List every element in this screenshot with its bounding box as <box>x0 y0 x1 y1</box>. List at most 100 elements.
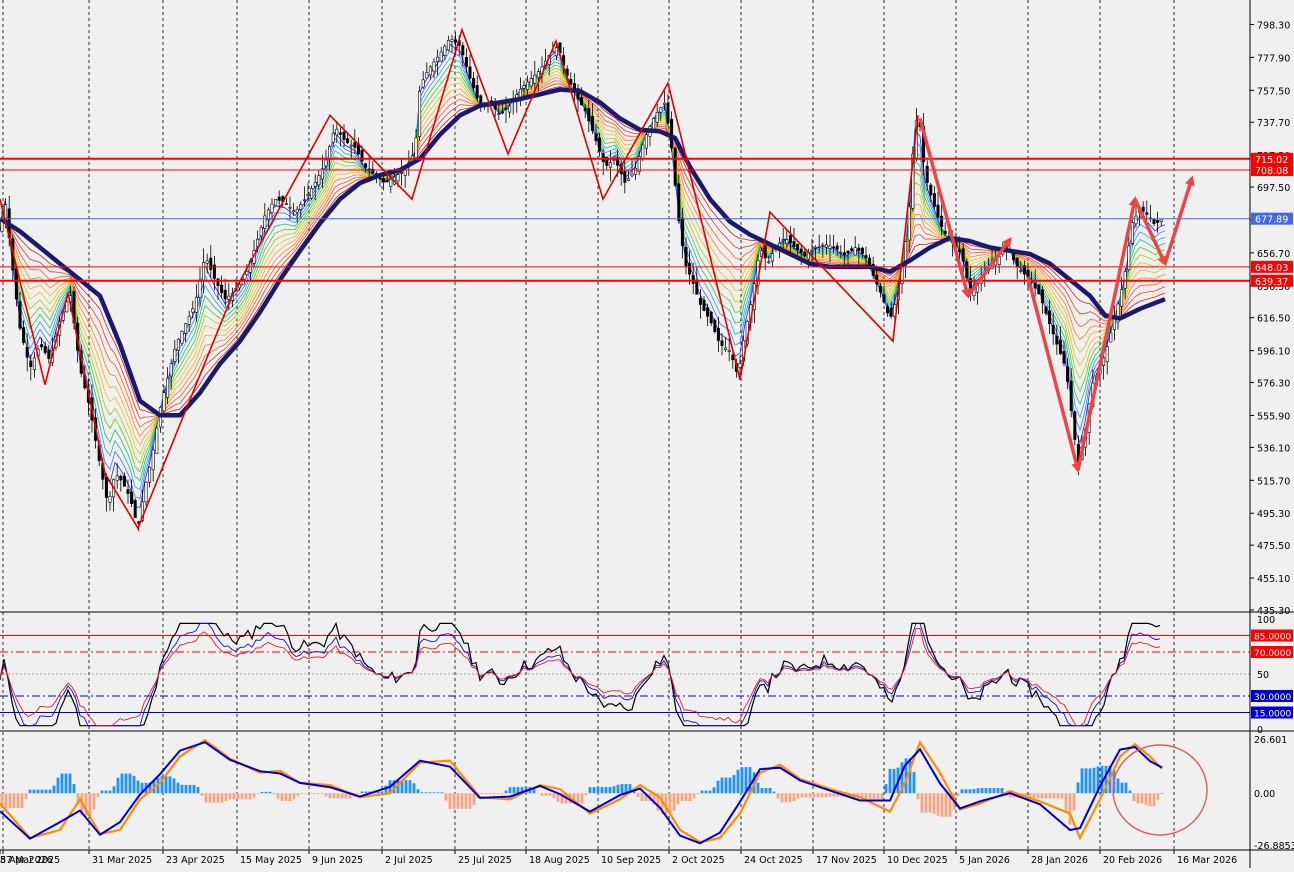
price-tick-label: 536.10 <box>1257 443 1290 454</box>
macd-histogram-bar <box>732 775 736 794</box>
rsi-tick-label: 50 <box>1257 670 1269 681</box>
candle-body <box>857 247 861 251</box>
candle-body <box>450 39 454 42</box>
candle-body <box>846 250 850 254</box>
macd-histogram-bar <box>1044 793 1048 799</box>
macd-histogram-bar <box>4 793 8 808</box>
candle-body <box>187 315 191 325</box>
candle-body <box>389 179 393 187</box>
macd-histogram-bar <box>116 777 120 794</box>
macd-histogram-bar <box>692 793 696 799</box>
macd-histogram-bar <box>108 790 112 794</box>
candle-body <box>1069 380 1073 411</box>
candle-body <box>1134 215 1138 225</box>
macd-histogram-bar <box>984 788 988 794</box>
candle-body <box>770 253 774 262</box>
macd-histogram-bar <box>164 776 168 794</box>
candle-body <box>227 295 231 300</box>
macd-histogram-bar <box>316 793 320 795</box>
date-tick-label: 24 Oct 2025 <box>744 855 803 866</box>
price-tick-label: 555.90 <box>1257 411 1290 422</box>
macd-histogram-bar <box>456 793 460 809</box>
macd-histogram-bar <box>184 784 188 794</box>
price-tick-label: 596.10 <box>1257 347 1290 358</box>
macd-histogram-bar <box>40 789 44 794</box>
macd-histogram-bar <box>88 793 92 816</box>
candle-body <box>1130 222 1134 244</box>
macd-histogram-bar <box>232 793 236 800</box>
candle-body <box>396 174 400 182</box>
macd-histogram-bar <box>324 793 328 797</box>
macd-histogram-bar <box>500 793 504 795</box>
candle-body <box>342 131 346 140</box>
macd-histogram-bar <box>884 784 888 794</box>
macd-histogram-bar <box>720 777 724 794</box>
macd-histogram-bar <box>296 793 300 796</box>
candle-body <box>32 357 36 370</box>
macd-histogram-bar <box>704 790 708 794</box>
macd-histogram-bar <box>448 793 452 809</box>
macd-histogram-bar <box>192 784 196 794</box>
macd-histogram-bar <box>468 793 472 809</box>
candle-body <box>1145 212 1149 215</box>
candle-body <box>767 261 771 264</box>
candle-body <box>472 77 476 89</box>
candle-body <box>659 107 663 113</box>
candle-body <box>1015 257 1019 267</box>
price-tick-label: 495.30 <box>1257 509 1290 520</box>
candle-body <box>583 108 587 112</box>
macd-histogram-bar <box>996 788 1000 794</box>
date-tick-label: 2 Jul 2025 <box>385 855 433 866</box>
price-tick-label: 616.50 <box>1257 314 1290 325</box>
macd-histogram-bar <box>272 793 276 795</box>
macd-histogram-bar <box>104 790 108 794</box>
candle-body <box>328 146 332 160</box>
candle-body <box>1066 366 1070 382</box>
candle-body <box>418 91 422 137</box>
macd-histogram-bar <box>760 788 764 794</box>
macd-histogram-bar <box>492 793 496 795</box>
macd-histogram-bar <box>228 793 232 800</box>
macd-histogram-bar <box>972 789 976 794</box>
macd-histogram-bar <box>480 793 484 795</box>
date-tick-label: 10 Sep 2025 <box>601 855 661 866</box>
candle-body <box>662 102 666 105</box>
candle-body <box>878 286 882 293</box>
macd-histogram-bar <box>1132 793 1136 801</box>
date-tick-label: 28 Jan 2026 <box>1031 855 1088 866</box>
candle-body <box>288 206 292 209</box>
macd-histogram-bar <box>792 793 796 802</box>
price-tick-label: 656.70 <box>1257 249 1290 260</box>
date-tick-label: 20 Feb 2026 <box>1103 855 1162 866</box>
candle-body <box>119 475 123 481</box>
candle-body <box>666 102 670 124</box>
macd-histogram-bar <box>472 793 476 806</box>
macd-histogram-bar <box>544 793 548 796</box>
macd-histogram-bar <box>508 787 512 794</box>
candle-body <box>284 203 288 205</box>
candle-body <box>256 238 260 247</box>
candle-body <box>292 210 296 213</box>
macd-histogram-bar <box>688 793 692 801</box>
candle-body <box>403 169 407 176</box>
date-tick-label: 5 Jan 2026 <box>959 855 1010 866</box>
candle-body <box>497 113 501 115</box>
candle-body <box>839 251 843 254</box>
candle-body <box>155 427 159 454</box>
candle-body <box>536 71 540 78</box>
candle-body <box>324 159 328 167</box>
macd-histogram-bar <box>876 793 880 800</box>
candle-body <box>835 245 839 250</box>
macd-histogram-bar <box>776 793 780 799</box>
candle-body <box>684 246 688 267</box>
price-level-label: 708.08 <box>1255 166 1288 177</box>
candle-body <box>446 40 450 51</box>
macd-histogram-bar <box>736 769 740 794</box>
candle-body <box>43 346 47 354</box>
macd-histogram-bar <box>180 784 184 794</box>
macd-histogram-bar <box>772 791 776 794</box>
candle-body <box>259 227 263 237</box>
macd-histogram-bar <box>540 793 544 796</box>
candle-body <box>115 475 119 481</box>
macd-histogram-bar <box>588 787 592 794</box>
